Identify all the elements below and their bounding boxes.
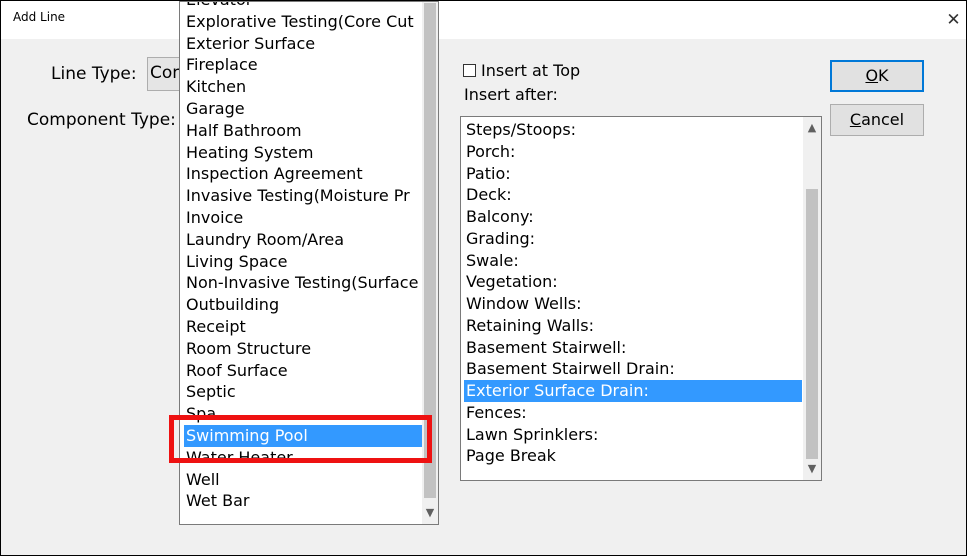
chevron-up-icon[interactable]: ▲ [803,119,821,137]
dropdown-list-item[interactable]: Heating System [184,142,422,164]
dropdown-list-item[interactable]: Room Structure [184,338,422,360]
dropdown-list-item[interactable]: Living Space [184,251,422,273]
listbox-item[interactable]: Vegetation: [464,271,802,293]
chevron-down-icon[interactable]: ▼ [422,504,438,522]
dropdown-list-item[interactable]: Garage [184,98,422,120]
add-line-dialog: Add Line ✕ Line Type: Com Component Type… [0,0,967,556]
listbox-scroll-thumb[interactable] [806,189,818,459]
listbox-item[interactable]: Basement Stairwell: [464,337,802,359]
dropdown-list-item[interactable]: Explorative Testing(Core Cut [184,11,422,33]
cancel-label-rest: ancel [861,110,905,129]
listbox-item[interactable]: Patio: [464,163,802,185]
ok-label-rest: K [878,66,889,85]
dropdown-list-item[interactable]: Roof Surface [184,360,422,382]
dropdown-list-item[interactable]: Receipt [184,316,422,338]
listbox-item[interactable]: Basement Stairwell Drain: [464,358,802,380]
highlight-frame [169,415,432,463]
listbox-scrollbar[interactable]: ▲ ▼ [803,117,821,480]
cancel-mnemonic: C [849,110,862,129]
dropdown-list-item[interactable]: Fireplace [184,54,422,76]
dialog-title: Add Line [13,10,66,24]
dropdown-list-item[interactable]: Wet Bar [184,490,422,512]
dropdown-list-item[interactable]: Invasive Testing(Moisture Pr [184,185,422,207]
close-icon[interactable]: ✕ [941,5,966,35]
dropdown-list-item[interactable]: Exterior Surface [184,33,422,55]
listbox-item[interactable]: Deck: [464,184,802,206]
dropdown-list-item[interactable]: Half Bathroom [184,120,422,142]
listbox-item[interactable]: Exterior Surface Drain: [464,380,802,402]
insert-at-top-label: Insert at Top [481,61,581,80]
ok-button[interactable]: OK [830,60,924,92]
dropdown-list-item[interactable]: Non-Invasive Testing(Surface [184,272,422,294]
dropdown-list-item[interactable]: Kitchen [184,76,422,98]
listbox-item[interactable]: Lawn Sprinklers: [464,424,802,446]
checkbox-box[interactable] [463,64,476,77]
dropdown-list-item[interactable]: Inspection Agreement [184,163,422,185]
cancel-button[interactable]: Cancel [830,104,924,136]
listbox-item[interactable]: Window Wells: [464,293,802,315]
dropdown-list-item[interactable]: Well [184,469,422,491]
dropdown-list-item[interactable]: Septic [184,381,422,403]
listbox-item[interactable]: Steps/Stoops: [464,119,802,141]
listbox-item[interactable]: Swale: [464,250,802,272]
listbox-items: Steps/Stoops: Porch: Patio: Deck: Balcony: Gr… [464,119,802,467]
component-type-label: Component Type: [27,110,176,130]
listbox-item[interactable]: Fences: [464,402,802,424]
line-type-label: Line Type: [51,64,137,84]
listbox-item[interactable]: Grading: [464,228,802,250]
ok-mnemonic: O [865,66,879,85]
dropdown-list-item[interactable]: Invoice [184,207,422,229]
listbox-item[interactable]: Page Break [464,445,802,467]
title-bar: Add Line ✕ [1,1,966,39]
dropdown-list-item[interactable]: Outbuilding [184,294,422,316]
dropdown-list-item[interactable]: Laundry Room/Area [184,229,422,251]
chevron-down-icon[interactable]: ▼ [803,460,821,478]
insert-after-label: Insert after: [464,85,558,104]
listbox-item[interactable]: Retaining Walls: [464,315,802,337]
insert-after-listbox[interactable]: Steps/Stoops: Porch: Patio: Deck: Balcony: Gr… [460,116,822,481]
dropdown-list-item[interactable]: Elevator [184,2,422,11]
insert-at-top-checkbox[interactable]: Insert at Top [463,61,580,80]
listbox-item[interactable]: Balcony: [464,206,802,228]
listbox-item[interactable]: Porch: [464,141,802,163]
